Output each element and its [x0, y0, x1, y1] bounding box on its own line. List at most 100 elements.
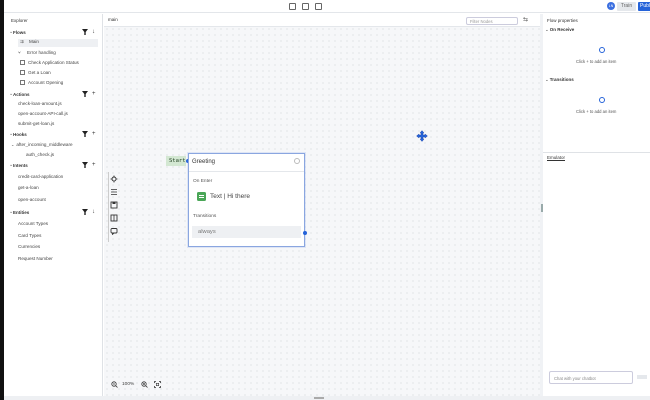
text-icon — [197, 192, 206, 201]
entity-item[interactable]: Currencies — [18, 244, 40, 249]
tab-emulator[interactable]: Emulator — [547, 155, 566, 161]
train-button[interactable]: Train — [617, 2, 636, 11]
filter-icon[interactable] — [82, 209, 88, 215]
canvas-tool-panel — [108, 172, 120, 242]
flow-item-account-opening[interactable]: Account Opening — [20, 80, 64, 86]
section-label: Actions — [13, 92, 30, 97]
avatar[interactable]: LN — [607, 2, 615, 10]
app-root: LN Train Publi Explorer ⌄ Flows ↓ ⇉ Main … — [0, 0, 650, 400]
intent-item[interactable]: open-account — [18, 197, 46, 202]
add-icon[interactable]: + — [92, 162, 96, 168]
publish-button[interactable]: Publi — [638, 2, 650, 11]
filter-nodes-input[interactable]: Filter Nodes — [466, 17, 518, 25]
node-close-icon[interactable] — [294, 158, 300, 164]
add-icon[interactable]: + — [92, 131, 96, 137]
section-label: Entities — [13, 210, 30, 215]
bottom-grip[interactable] — [314, 397, 324, 399]
on-receive-hint: Click + to add an item — [576, 59, 617, 64]
flow-canvas[interactable]: main Filter Nodes ⇆ Start Greeting On En… — [104, 14, 540, 396]
download-icon[interactable]: ↓ — [92, 209, 95, 215]
chat-input[interactable]: Chat with your chatbot — [549, 371, 633, 384]
add-on-receive-icon[interactable] — [599, 47, 605, 53]
filter-icon[interactable] — [82, 131, 88, 137]
transitions-hint: Click + to add an item — [576, 109, 617, 114]
action-item[interactable]: open-account-API-call.js — [18, 111, 68, 116]
on-receive-text: On Receive — [549, 27, 575, 32]
tab-main[interactable]: main — [108, 17, 118, 22]
bottom-panel-handle[interactable] — [4, 396, 650, 400]
flow-item-label: Account Opening — [28, 80, 64, 85]
send-icon[interactable] — [637, 375, 647, 379]
hook-item[interactable]: auth_check.js — [26, 152, 54, 157]
entity-item[interactable]: Card Types — [18, 233, 41, 238]
text-item-label: Text | Hi there — [210, 193, 250, 201]
divider — [543, 152, 650, 153]
chevron-down-icon[interactable]: ⌄ — [545, 27, 549, 32]
start-node[interactable]: Start — [166, 156, 186, 166]
hook-folder-label: after_incoming_middleware — [16, 142, 73, 147]
sync-icon[interactable]: ⇆ — [523, 17, 528, 23]
transitions-section: ⌄Transitions — [545, 77, 574, 83]
flow-item-label: Get a Loan — [28, 70, 51, 75]
intent-item[interactable]: get-a-loan — [18, 185, 39, 190]
on-enter-label: On Enter — [193, 179, 213, 184]
action-item[interactable]: submit-get-loan.js — [18, 121, 54, 126]
transitions-label: Transitions — [193, 214, 217, 219]
zoom-out-icon[interactable] — [111, 381, 118, 388]
chevron-down-icon[interactable]: ⌄ — [545, 77, 549, 82]
toggle-right-panel-icon[interactable] — [315, 3, 322, 10]
comment-tool-icon[interactable] — [110, 227, 118, 235]
flow-item-error-handling[interactable]: ⑂ Error handling — [18, 50, 56, 55]
canvas-tab-bar: main Filter Nodes ⇆ — [104, 14, 540, 27]
zoom-in-icon[interactable] — [141, 381, 148, 388]
divider — [189, 171, 304, 172]
add-transition-icon[interactable] — [599, 97, 605, 103]
zoom-controls: 100% — [108, 380, 168, 390]
flow-properties-title: Flow properties — [547, 18, 578, 23]
save-tool-icon[interactable] — [110, 201, 118, 209]
flow-item-label: Error handling — [27, 50, 56, 55]
toggle-left-panel-icon[interactable] — [289, 3, 296, 10]
filter-icon[interactable] — [82, 29, 88, 35]
list-tool-icon[interactable] — [110, 188, 118, 196]
section-label: Flows — [13, 30, 26, 35]
section-flows[interactable]: ⌄ Flows ↓ — [4, 28, 102, 37]
file-icon — [20, 80, 25, 86]
right-panel: Flow properties ⌄On Receive Click + to a… — [543, 14, 650, 396]
filter-icon[interactable] — [82, 162, 88, 168]
greeting-node[interactable]: Greeting On Enter Text | Hi there Transi… — [188, 153, 307, 247]
filter-icon[interactable] — [82, 91, 88, 97]
file-icon — [20, 70, 25, 76]
intent-item[interactable]: credit-card-application — [18, 174, 63, 179]
flow-item-get-a-loan[interactable]: Get a Loan — [20, 70, 51, 76]
flow-item-check-application-status[interactable]: Check Application Status — [20, 60, 79, 66]
top-bar: LN Train Publi — [4, 0, 650, 13]
move-cursor-icon — [416, 130, 428, 142]
file-icon — [20, 60, 25, 66]
section-label: Hooks — [13, 132, 27, 137]
toggle-bottom-panel-icon[interactable] — [302, 3, 309, 10]
node-tool-icon[interactable] — [110, 175, 118, 183]
fit-view-icon[interactable] — [154, 381, 161, 388]
entity-item[interactable]: Request Number — [18, 256, 53, 261]
section-entities[interactable]: ⌄ Entities ↓ — [4, 208, 102, 217]
transitions-text: Transitions — [549, 77, 574, 82]
download-icon[interactable]: ↓ — [92, 29, 95, 35]
flow-item-main[interactable]: ⇉ Main — [18, 39, 98, 47]
transition-always[interactable]: always — [192, 226, 301, 238]
node-title: Greeting — [192, 159, 216, 165]
section-hooks[interactable]: ⌄ Hooks + — [4, 130, 102, 139]
entity-item[interactable]: Account Types — [18, 221, 48, 226]
divider — [108, 172, 109, 242]
add-icon[interactable]: + — [92, 91, 96, 97]
section-intents[interactable]: ⌄ Intents + — [4, 161, 102, 170]
action-item[interactable]: check-loan-amount.js — [18, 101, 62, 106]
text-item[interactable]: Text | Hi there — [197, 192, 250, 201]
section-actions[interactable]: ⌄ Actions + — [4, 90, 102, 99]
flow-item-label: Check Application Status — [28, 60, 79, 65]
layout-tool-icon[interactable] — [110, 214, 118, 222]
hook-folder[interactable]: ⌄ after_incoming_middleware — [11, 142, 73, 147]
zoom-level: 100% — [122, 382, 135, 387]
flow-item-label: Main — [29, 39, 39, 44]
transition-connector[interactable] — [303, 231, 307, 235]
